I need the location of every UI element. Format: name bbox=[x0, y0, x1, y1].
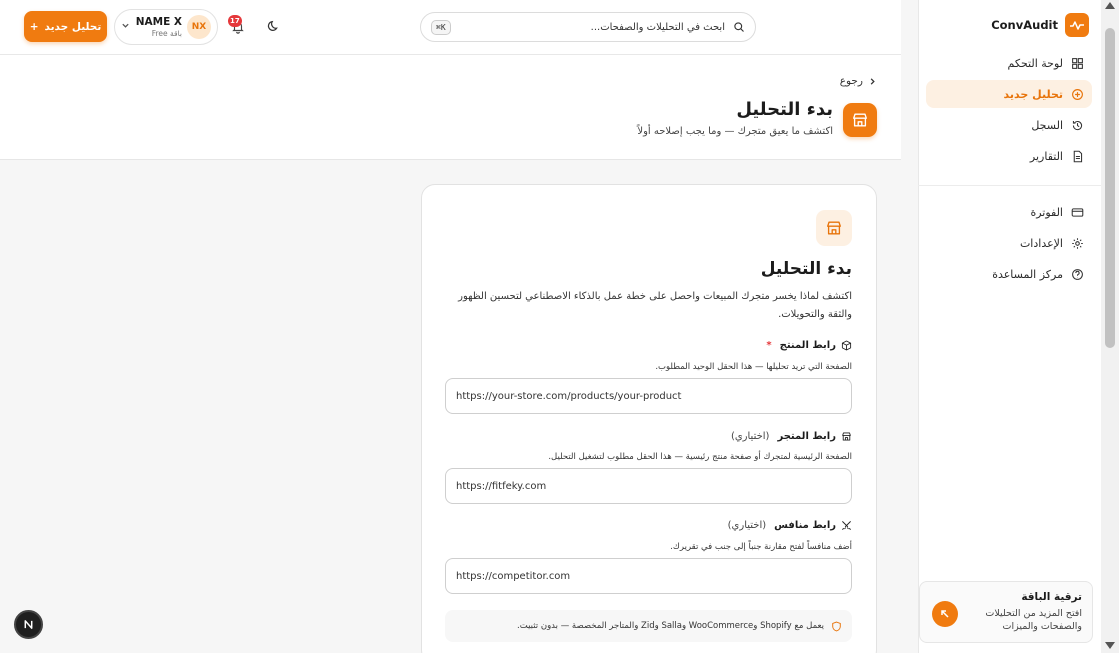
report-icon bbox=[1073, 150, 1083, 162]
sidebar-item-new-analysis[interactable]: تحليل جديد bbox=[926, 80, 1092, 108]
shield-icon bbox=[832, 621, 841, 631]
theme-toggle[interactable] bbox=[267, 19, 281, 36]
dashboard-icon bbox=[1072, 57, 1083, 69]
optional-tag: (اختياري) bbox=[727, 520, 767, 531]
product-url-label: رابط المنتج * bbox=[766, 340, 852, 351]
search-shortcut: ⌘K bbox=[431, 19, 451, 35]
scroll-up-arrow[interactable] bbox=[1105, 2, 1115, 9]
new-analysis-button[interactable]: تحليل جديد + bbox=[24, 11, 107, 42]
sidebar-item-settings[interactable]: الإعدادات bbox=[926, 229, 1092, 257]
package-icon bbox=[841, 340, 852, 351]
scroll-down-arrow[interactable] bbox=[1105, 642, 1115, 649]
top-bar: تحليل جديد + NX NAME X باقة Free 17 ⌘K bbox=[0, 0, 901, 55]
search-input[interactable] bbox=[458, 21, 725, 33]
store-icon bbox=[843, 103, 877, 137]
n-logo-icon bbox=[24, 620, 33, 629]
sidebar-divider bbox=[918, 185, 1101, 186]
sidebar-item-reports[interactable]: التقارير bbox=[926, 142, 1092, 170]
user-menu[interactable]: NX NAME X باقة Free bbox=[114, 9, 218, 45]
sidebar-item-label: مركز المساعدة bbox=[992, 267, 1063, 281]
product-url-input[interactable] bbox=[445, 378, 852, 414]
product-url-label-text: رابط المنتج bbox=[779, 340, 836, 351]
card-title: بدء التحليل bbox=[760, 259, 852, 279]
sidebar-item-label: التقارير bbox=[1029, 149, 1063, 163]
sidebar-item-label: السجل bbox=[1031, 118, 1063, 132]
search-bar[interactable]: ⌘K bbox=[420, 12, 756, 42]
search-icon bbox=[734, 22, 744, 32]
product-url-hint: الصفحة التي تريد تحليلها — هذا الحقل الو… bbox=[655, 362, 852, 372]
main-nav: لوحة التحكم تحليل جديد السجل التقارير bbox=[926, 49, 1092, 173]
upgrade-description: افتح المزيد من التحليلات والصفحات والميز… bbox=[985, 608, 1082, 632]
sidebar-item-label: الفوترة bbox=[1030, 205, 1063, 219]
user-plan: باقة Free bbox=[151, 29, 182, 38]
sidebar-item-label: الإعدادات bbox=[1019, 236, 1063, 250]
plus-icon: + bbox=[29, 20, 39, 33]
brand[interactable]: ConvAudit bbox=[991, 13, 1089, 37]
card-description: اكتشف لماذا يخسر متجرك المبيعات واحصل عل… bbox=[458, 291, 852, 320]
dev-tools-button[interactable] bbox=[14, 610, 43, 639]
scrollbar-thumb[interactable] bbox=[1105, 28, 1115, 348]
required-mark: * bbox=[766, 340, 772, 351]
history-icon bbox=[1072, 120, 1083, 130]
back-label: رجوع bbox=[839, 75, 863, 87]
platform-support-note: يعمل مع Shopify وWooCommerce وSalla وZid… bbox=[445, 610, 852, 642]
store-icon bbox=[842, 432, 851, 441]
upgrade-title: ترقية الباقة bbox=[1021, 591, 1082, 603]
store-url-hint: الصفحة الرئيسية لمتجرك أو صفحة منتج رئيس… bbox=[548, 452, 852, 462]
help-icon bbox=[1072, 268, 1083, 280]
page-header: رجوع بدء التحليل اكتشف ما يعيق متجرك — و… bbox=[0, 55, 901, 160]
competitor-url-input[interactable] bbox=[445, 558, 852, 594]
avatar: NX bbox=[187, 15, 211, 39]
analysis-form-card: بدء التحليل اكتشف لماذا يخسر متجرك المبي… bbox=[421, 184, 877, 653]
back-link[interactable]: رجوع bbox=[840, 75, 877, 87]
credit-card-icon bbox=[1071, 207, 1084, 217]
store-url-label-text: رابط المتجر bbox=[777, 431, 836, 442]
new-analysis-label: تحليل جديد bbox=[44, 20, 102, 33]
plus-circle-icon bbox=[1072, 88, 1083, 100]
brand-name: ConvAudit bbox=[991, 18, 1058, 32]
logo-icon bbox=[1065, 13, 1089, 37]
scrollbar[interactable] bbox=[1101, 0, 1119, 653]
secondary-nav: الفوترة الإعدادات مركز المساعدة bbox=[926, 198, 1092, 291]
arrow-up-left-icon bbox=[941, 610, 949, 618]
store-icon bbox=[816, 210, 852, 246]
page-subtitle: اكتشف ما يعيق متجرك — وما يجب إصلاحه أول… bbox=[637, 126, 833, 137]
chevron-down-icon bbox=[121, 21, 130, 33]
store-url-input[interactable] bbox=[445, 468, 852, 504]
platform-support-text: يعمل مع Shopify وWooCommerce وSalla وZid… bbox=[517, 621, 824, 631]
sidebar-item-label: تحليل جديد bbox=[1003, 87, 1063, 101]
competitor-url-label: رابط منافس (اختياري) bbox=[728, 520, 852, 531]
gear-icon bbox=[1072, 237, 1083, 249]
notification-count-badge: 17 bbox=[228, 15, 242, 27]
notifications-button[interactable]: 17 bbox=[228, 15, 246, 36]
upgrade-card[interactable]: ترقية الباقة افتح المزيد من التحليلات وا… bbox=[919, 581, 1093, 643]
upgrade-button[interactable] bbox=[932, 601, 958, 627]
user-info: NAME X باقة Free bbox=[136, 16, 182, 38]
moon-icon bbox=[267, 20, 278, 31]
user-name: NAME X bbox=[135, 16, 182, 28]
sidebar-item-history[interactable]: السجل bbox=[926, 111, 1092, 139]
sidebar-item-help[interactable]: مركز المساعدة bbox=[926, 260, 1092, 288]
competitor-url-label-text: رابط منافس bbox=[774, 520, 836, 531]
sidebar: ConvAudit لوحة التحكم تحليل جديد السجل ا… bbox=[918, 0, 1101, 653]
page-title: بدء التحليل bbox=[736, 99, 833, 120]
competitor-url-hint: أضف منافساً لفتح مقارنة جنباً إلى جنب في… bbox=[670, 542, 852, 552]
chevron-right-icon bbox=[870, 77, 875, 85]
sidebar-item-billing[interactable]: الفوترة bbox=[926, 198, 1092, 226]
store-url-label: رابط المتجر (اختياري) bbox=[731, 431, 852, 442]
optional-tag: (اختياري) bbox=[730, 431, 770, 442]
sidebar-item-dashboard[interactable]: لوحة التحكم bbox=[926, 49, 1092, 77]
sidebar-item-label: لوحة التحكم bbox=[1007, 56, 1063, 70]
swords-icon bbox=[842, 521, 851, 530]
